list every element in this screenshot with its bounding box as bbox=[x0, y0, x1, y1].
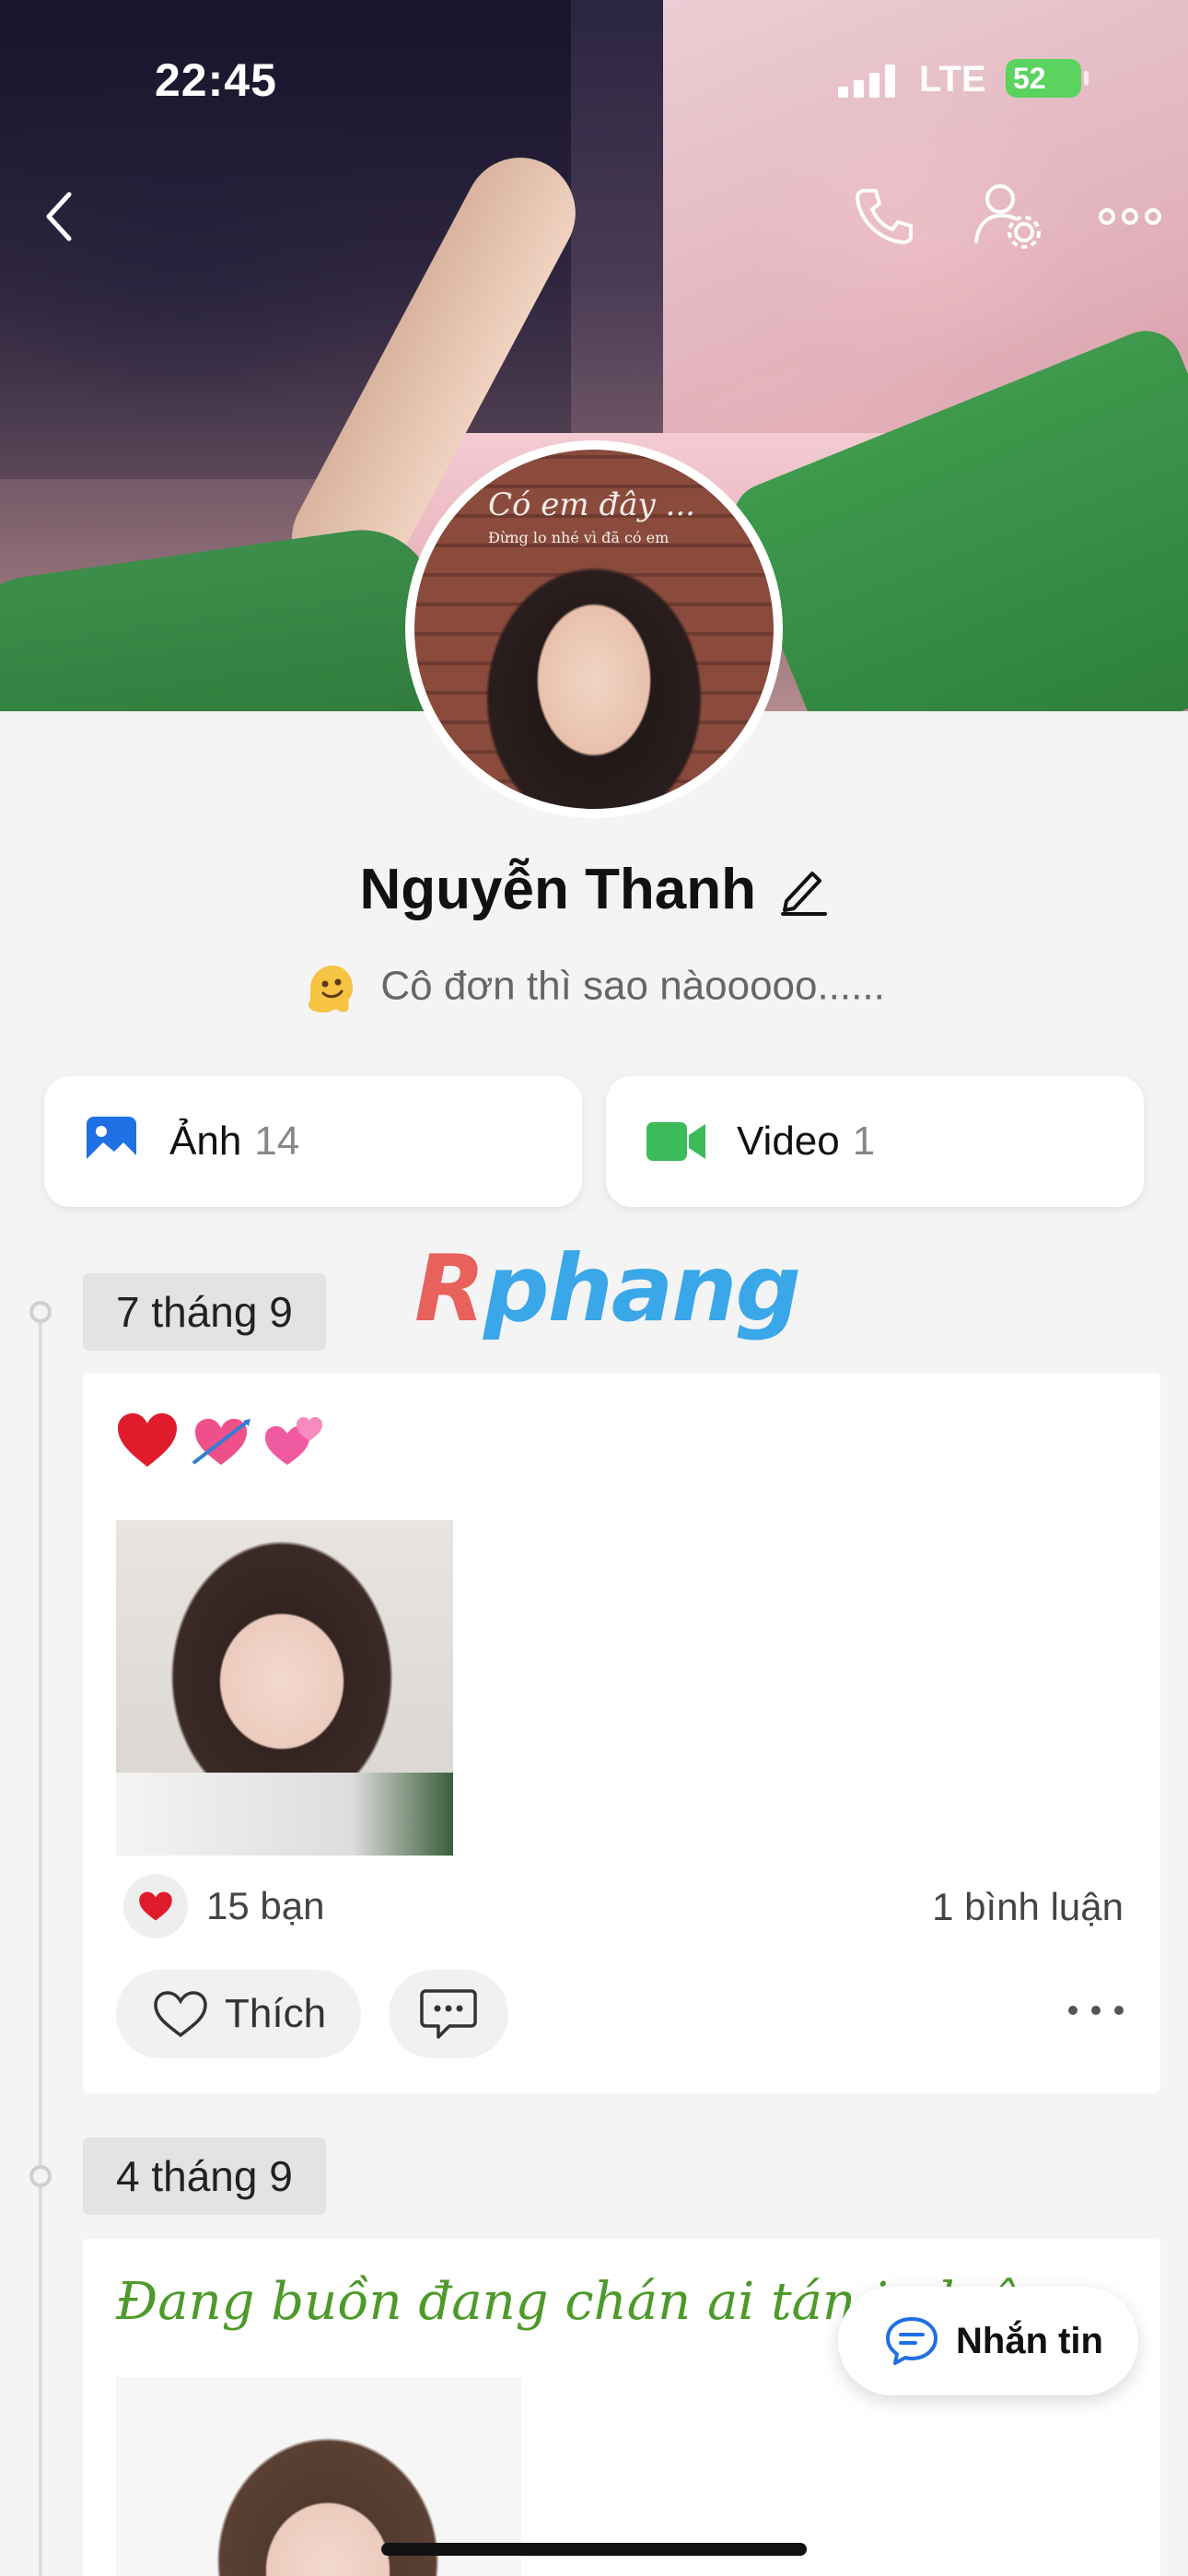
profile-screen: 22:45 LTE 52 Có em đây ... Đừng lo nhé v… bbox=[0, 0, 1188, 2576]
home-indicator[interactable] bbox=[381, 2543, 807, 2556]
post-date-tag: 4 tháng 9 bbox=[83, 2137, 326, 2215]
signal-icon bbox=[838, 64, 897, 98]
user-settings-icon bbox=[974, 184, 1041, 249]
comment-bubble-icon bbox=[420, 1989, 477, 2039]
post-date-tag: 7 tháng 9 bbox=[83, 1273, 326, 1351]
avatar-caption: Có em đây ... Đừng lo nhé vì đã có em bbox=[488, 486, 695, 546]
melting-face-emoji-icon bbox=[303, 962, 356, 1015]
photos-count: 14 bbox=[254, 1118, 300, 1164]
like-button[interactable]: Thích bbox=[116, 1970, 361, 2058]
reaction-count: 15 bạn bbox=[206, 1884, 325, 1927]
comment-button[interactable] bbox=[389, 1970, 508, 2058]
watermark-rest: phang bbox=[483, 1235, 801, 1342]
watermark-first-letter: R bbox=[414, 1235, 485, 1342]
comment-count[interactable]: 1 bình luận bbox=[932, 1885, 1124, 1929]
heart-outline-icon bbox=[154, 1991, 207, 2038]
watermark-logo: Rphang bbox=[414, 1235, 801, 1342]
videos-count: 1 bbox=[852, 1118, 876, 1164]
phone-icon bbox=[856, 189, 913, 244]
avatar-image: Có em đây ... Đừng lo nhé vì đã có em bbox=[414, 450, 774, 809]
videos-button[interactable]: Video 1 bbox=[606, 1076, 1144, 1207]
photo-icon bbox=[87, 1117, 136, 1166]
photos-label: Ảnh bbox=[169, 1118, 242, 1164]
cover-pillow-left bbox=[0, 520, 456, 711]
reaction-summary[interactable]: 15 bạn bbox=[123, 1874, 324, 1938]
heart-with-arrow-icon bbox=[192, 1419, 250, 1465]
avatar-subcaption-text: Đừng lo nhé vì đã có em bbox=[488, 529, 670, 546]
battery-icon: 52 bbox=[1006, 59, 1089, 98]
message-button[interactable]: Nhắn tin bbox=[838, 2287, 1138, 2395]
bio-text: Cô đơn thì sao nàooooo...... bbox=[380, 963, 885, 1009]
reaction-heart-icon bbox=[123, 1874, 188, 1938]
profile-settings-button[interactable] bbox=[969, 181, 1046, 251]
post-more-button[interactable] bbox=[1068, 1992, 1124, 2029]
chevron-left-icon bbox=[46, 192, 72, 241]
chat-bubble-icon bbox=[886, 2317, 938, 2365]
two-hearts-icon bbox=[265, 1417, 322, 1465]
more-options-button[interactable] bbox=[1087, 184, 1173, 249]
profile-name-row: Nguyễn Thanh bbox=[0, 857, 1188, 922]
profile-bio[interactable]: Cô đơn thì sao nàooooo...... bbox=[0, 962, 1188, 1015]
avatar-caption-text: Có em đây ... bbox=[488, 486, 695, 523]
post-emoji-row bbox=[114, 1408, 328, 1481]
timeline-dot bbox=[29, 2165, 52, 2187]
photos-button[interactable]: Ảnh 14 bbox=[44, 1076, 582, 1207]
message-label: Nhắn tin bbox=[956, 2320, 1103, 2361]
videos-label: Video bbox=[737, 1118, 840, 1164]
feed-post[interactable]: 15 bạn 1 bình luận Thích bbox=[83, 1373, 1160, 2093]
timeline-dot bbox=[29, 1301, 52, 1323]
status-bar: 22:45 LTE 52 bbox=[0, 0, 1188, 157]
like-label: Thích bbox=[225, 1991, 327, 2036]
profile-name: Nguyễn Thanh bbox=[359, 858, 757, 921]
ellipsis-icon bbox=[1099, 208, 1161, 225]
edit-pencil-icon[interactable] bbox=[779, 864, 829, 916]
post-photo[interactable] bbox=[116, 1520, 453, 1856]
status-time: 22:45 bbox=[155, 54, 277, 106]
network-label: LTE bbox=[919, 59, 986, 100]
call-button[interactable] bbox=[847, 182, 921, 247]
video-camera-icon bbox=[646, 1122, 705, 1161]
back-button[interactable] bbox=[28, 184, 92, 249]
battery-level: 52 bbox=[1013, 62, 1046, 95]
red-heart-icon bbox=[118, 1413, 177, 1467]
timeline-line bbox=[39, 1308, 42, 2576]
photo-detail bbox=[116, 1773, 453, 1856]
profile-avatar[interactable]: Có em đây ... Đừng lo nhé vì đã có em bbox=[405, 440, 783, 818]
